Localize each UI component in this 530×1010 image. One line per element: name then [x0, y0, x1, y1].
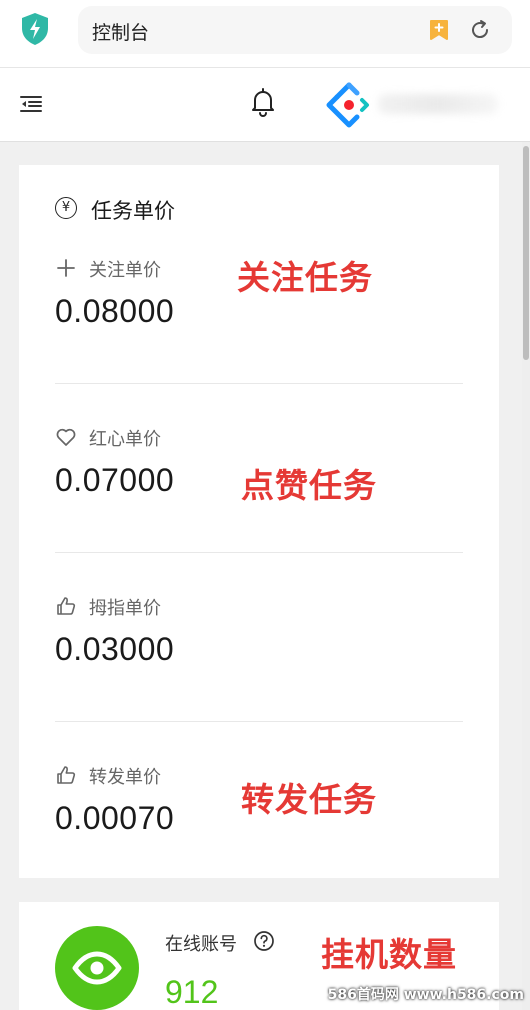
- browser-toolbar: 控制台: [0, 0, 530, 68]
- menu-fold-icon[interactable]: [19, 93, 43, 115]
- divider: [55, 383, 463, 384]
- task-price-card: ¥ 任务单价 关注单价 0.08000 关注任务 红心单价 0.07000 点赞…: [19, 165, 499, 878]
- app-header: [0, 68, 530, 142]
- divider: [55, 552, 463, 553]
- watermark: 586首码网 www.h586.com: [327, 987, 524, 1003]
- online-accounts-value: 912: [165, 974, 219, 1010]
- annotation-like-task: 点赞任务: [241, 466, 377, 505]
- question-circle-icon[interactable]: [253, 930, 275, 952]
- item-label: 红心单价: [89, 429, 161, 450]
- plus-icon: [57, 259, 75, 277]
- bell-icon[interactable]: [250, 87, 276, 117]
- blurred-username: [378, 94, 498, 114]
- address-text[interactable]: 控制台: [92, 18, 149, 45]
- item-value: 0.08000: [55, 293, 175, 329]
- heart-icon: [56, 428, 76, 446]
- security-shield-icon[interactable]: [20, 12, 50, 46]
- address-bar[interactable]: 控制台: [78, 6, 512, 54]
- price-item-thumb: 拇指单价 0.03000: [55, 595, 463, 715]
- yen-circle-icon: ¥: [55, 197, 77, 219]
- item-value: 0.07000: [55, 462, 175, 498]
- thumbs-up-icon: [57, 597, 76, 615]
- thumbs-up-icon: [57, 766, 76, 784]
- item-value: 0.03000: [55, 631, 175, 667]
- divider: [55, 721, 463, 722]
- annotation-follow-task: 关注任务: [237, 258, 373, 297]
- scrollbar-thumb[interactable]: [523, 146, 529, 360]
- bookmark-add-icon[interactable]: [428, 19, 450, 41]
- eye-icon: [55, 926, 139, 1010]
- card-title: 任务单价: [91, 199, 175, 223]
- item-label: 关注单价: [89, 260, 161, 281]
- annotation-idle-count: 挂机数量: [321, 935, 457, 974]
- reload-icon[interactable]: [468, 18, 492, 42]
- app-logo-icon[interactable]: [326, 82, 372, 128]
- annotation-forward-task: 转发任务: [241, 780, 377, 819]
- item-label: 拇指单价: [89, 598, 161, 619]
- item-value: 0.00070: [55, 800, 175, 836]
- online-accounts-label: 在线账号: [165, 934, 237, 955]
- item-label: 转发单价: [89, 767, 161, 788]
